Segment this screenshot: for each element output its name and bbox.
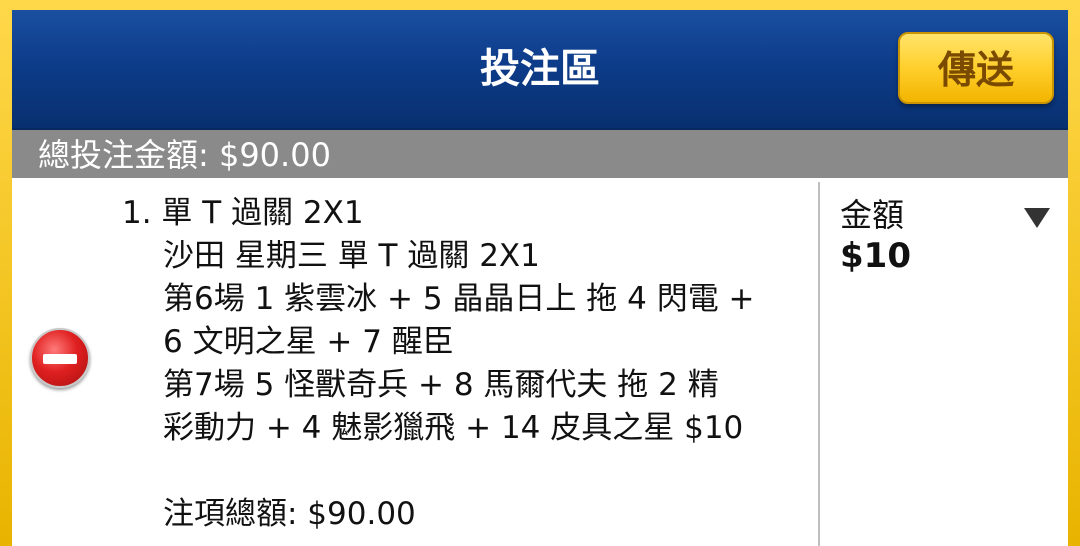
minus-circle-icon[interactable]: [30, 328, 90, 388]
bet-details: 1. 單 T 過關 2X1 沙田 星期三 單 T 過關 2X1 第6場 1 紫雲…: [122, 192, 822, 536]
bet-line-race6: 第6場 1 紫雲冰 + 5 晶晶日上 拖 4 閃電 +: [163, 281, 755, 317]
bet-line-race7-cont: 彩動力 + 4 魅影獵飛 + 14 皮具之星 $10: [163, 410, 744, 446]
total-bet-bar: 總投注金額: $90.00: [12, 130, 1068, 178]
minus-bar: [43, 354, 77, 364]
bet-item: 1. 單 T 過關 2X1 沙田 星期三 單 T 過關 2X1 第6場 1 紫雲…: [12, 178, 1068, 546]
total-bet-amount: 總投注金額: $90.00: [38, 136, 331, 174]
bet-line-venue: 沙田 星期三 單 T 過關 2X1: [163, 238, 540, 274]
bet-line-race6-cont: 6 文明之星 + 7 醒臣: [163, 324, 454, 360]
send-button[interactable]: 傳送: [898, 32, 1054, 104]
amount-label: 金額: [840, 196, 905, 234]
bet-line-item-total: 注項總額: $90.00: [163, 496, 416, 532]
column-divider: [818, 182, 820, 546]
bet-line-race7: 第7場 5 怪獸奇兵 + 8 馬爾代夫 拖 2 精: [163, 367, 719, 403]
bet-line-title: 1. 單 T 過關 2X1: [122, 195, 364, 231]
bet-line-spacer: [122, 450, 822, 493]
triangle-down-icon[interactable]: [1024, 208, 1050, 228]
app-frame: 投注區 傳送 總投注金額: $90.00 1. 單 T 過關 2X1 沙田 星期…: [0, 0, 1080, 546]
header-bar: 投注區 傳送: [12, 10, 1068, 130]
amount-value[interactable]: $10: [840, 236, 911, 276]
bet-slip-panel: 投注區 傳送 總投注金額: $90.00 1. 單 T 過關 2X1 沙田 星期…: [12, 10, 1068, 546]
